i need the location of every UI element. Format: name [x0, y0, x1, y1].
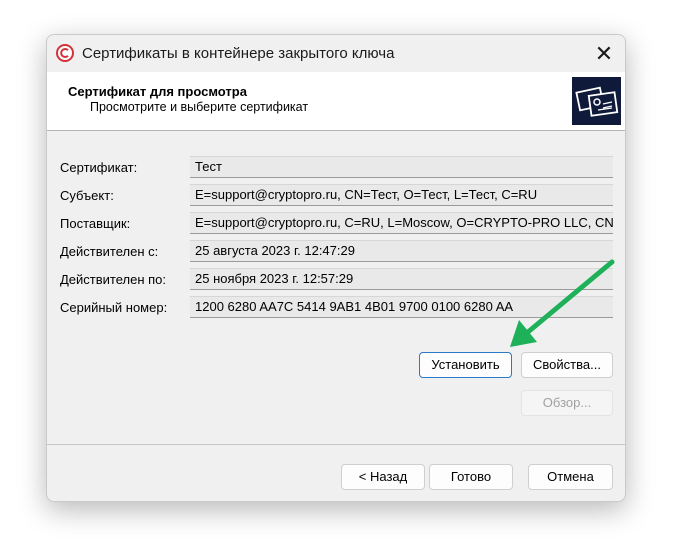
install-button[interactable]: Установить	[419, 352, 512, 378]
field-label-serial: Серийный номер:	[60, 300, 168, 315]
footer-separator	[47, 444, 625, 445]
properties-button[interactable]: Свойства...	[521, 352, 613, 378]
field-label-issuer: Поставщик:	[60, 216, 131, 231]
field-value-serial[interactable]: 1200 6280 AA7C 5414 9AB1 4B01 9700 0100 …	[190, 296, 613, 318]
field-value-subject[interactable]: E=support@cryptopro.ru, CN=Тест, O=Тест,…	[190, 184, 613, 206]
browse-button[interactable]: Обзор...	[521, 390, 613, 416]
finish-button[interactable]: Готово	[429, 464, 513, 490]
window-title: Сертификаты в контейнере закрытого ключа	[82, 45, 395, 62]
close-button[interactable]: ✕	[589, 39, 619, 69]
field-label-certificate: Сертификат:	[60, 160, 138, 175]
certificate-icon	[572, 77, 621, 125]
cryptopro-logo-icon	[56, 44, 74, 62]
wizard-header: Сертификат для просмотра Просмотрите и в…	[47, 72, 625, 131]
certificates-dialog: Сертификаты в контейнере закрытого ключа…	[46, 34, 626, 502]
field-label-valid-from: Действителен с:	[60, 244, 159, 259]
cancel-button[interactable]: Отмена	[528, 464, 613, 490]
title-bar: Сертификаты в контейнере закрытого ключа…	[47, 35, 625, 72]
field-value-issuer[interactable]: E=support@cryptopro.ru, C=RU, L=Moscow, …	[190, 212, 613, 234]
field-label-valid-to: Действителен по:	[60, 272, 167, 287]
header-subtitle: Просмотрите и выберите сертификат	[90, 100, 309, 114]
field-value-valid-from[interactable]: 25 августа 2023 г. 12:47:29	[190, 240, 613, 262]
field-value-valid-to[interactable]: 25 ноября 2023 г. 12:57:29	[190, 268, 613, 290]
header-title: Сертификат для просмотра	[68, 84, 247, 99]
back-button[interactable]: < Назад	[341, 464, 425, 490]
field-label-subject: Субъект:	[60, 188, 114, 203]
field-value-certificate[interactable]: Тест	[190, 156, 613, 178]
